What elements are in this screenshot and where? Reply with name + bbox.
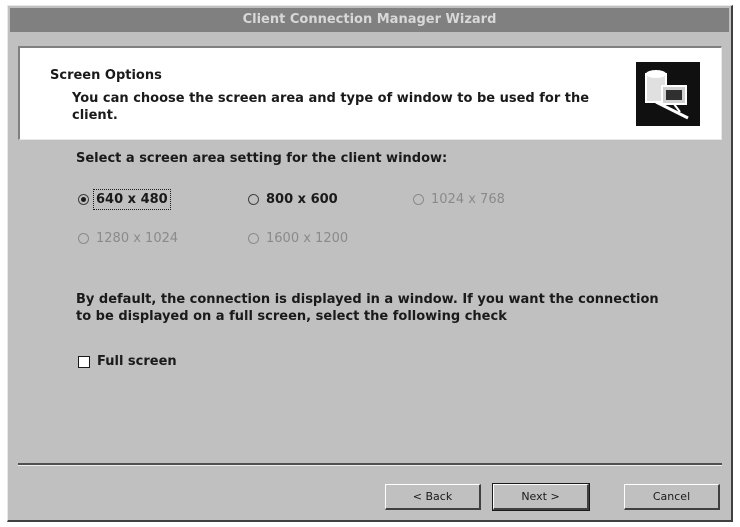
radio-label: 1024 x 768 xyxy=(431,192,505,207)
radio-label: 1600 x 1200 xyxy=(266,231,349,246)
checkbox-label: Full screen xyxy=(97,354,177,369)
page-description: You can choose the screen area and type … xyxy=(72,91,590,123)
radio-button-icon xyxy=(248,194,259,205)
radio-button-icon xyxy=(413,194,424,205)
radio-640x480[interactable]: 640 x 480 xyxy=(78,189,171,210)
wizard-window: Client Connection Manager Wizard Screen … xyxy=(7,5,733,522)
fullscreen-checkbox[interactable]: Full screen xyxy=(78,354,177,369)
back-button[interactable]: < Back xyxy=(385,484,481,510)
screen-area-prompt: Select a screen area setting for the cli… xyxy=(76,151,448,166)
next-button[interactable]: Next > xyxy=(492,483,590,511)
checkbox-icon xyxy=(78,355,90,368)
radio-label: 800 x 600 xyxy=(266,192,338,207)
radio-1280x1024: 1280 x 1024 xyxy=(78,231,178,246)
radio-1600x1200: 1600 x 1200 xyxy=(248,231,348,246)
radio-1024x768: 1024 x 768 xyxy=(413,192,505,207)
page-title: Screen Options xyxy=(50,68,162,83)
radio-button-icon xyxy=(248,233,259,244)
radio-label: 640 x 480 xyxy=(93,189,171,210)
cancel-button[interactable]: Cancel xyxy=(624,484,720,510)
radio-label: 1280 x 1024 xyxy=(96,231,179,246)
divider xyxy=(18,463,722,466)
radio-button-icon xyxy=(78,194,89,205)
title-bar: Client Connection Manager Wizard xyxy=(10,8,729,32)
wizard-computer-icon xyxy=(636,62,700,126)
fullscreen-info-text: By default, the connection is displayed … xyxy=(76,292,659,324)
header-panel: Screen Options You can choose the screen… xyxy=(18,46,722,140)
radio-800x600[interactable]: 800 x 600 xyxy=(248,192,338,207)
radio-button-icon xyxy=(78,233,89,244)
